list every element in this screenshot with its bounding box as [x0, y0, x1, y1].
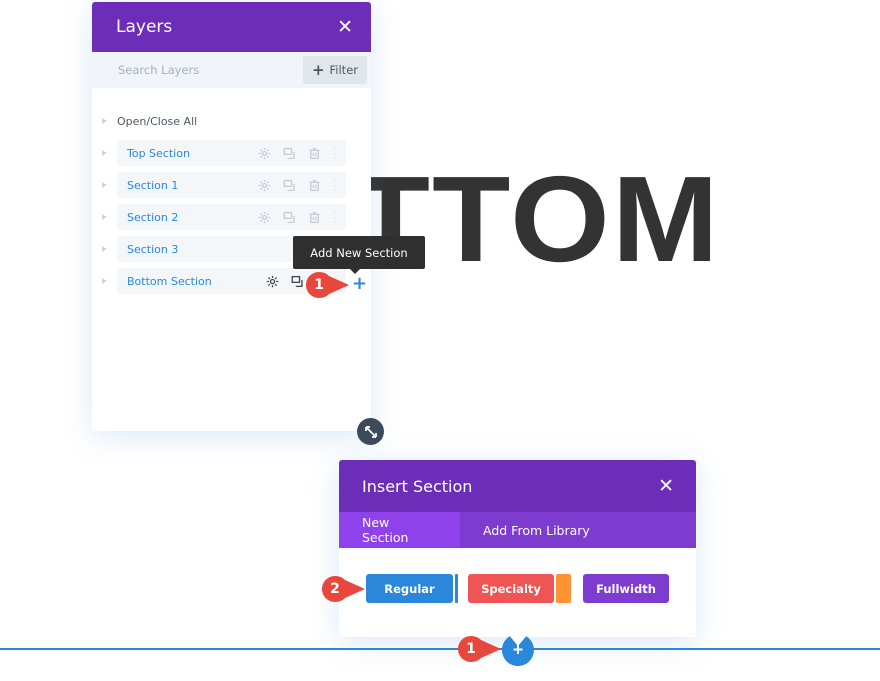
modal-header: Insert Section ✕: [339, 460, 696, 512]
section-type-options: Regular Specialty Fullwidth: [339, 548, 696, 603]
insert-section-modal: Insert Section ✕ New Section Add From Li…: [339, 460, 696, 637]
trash-icon[interactable]: [307, 210, 321, 224]
layers-panel: Layers ✕ + Filter Open/Close All Top Sec…: [92, 2, 371, 431]
layer-item[interactable]: Top Section: [117, 140, 346, 166]
step-marker-number: 2: [330, 581, 340, 597]
regular-accent-bar: [455, 574, 458, 603]
resize-handle[interactable]: [357, 418, 384, 445]
step-marker: 1: [306, 272, 349, 298]
filter-button[interactable]: + Filter: [302, 56, 367, 84]
expand-triangle-icon[interactable]: [102, 246, 107, 252]
layer-name[interactable]: Top Section: [127, 147, 190, 160]
layer-actions: [265, 274, 304, 288]
layer-row[interactable]: Section 1: [92, 172, 371, 198]
layer-row[interactable]: Section 2: [92, 204, 371, 230]
layers-title: Layers: [116, 17, 173, 37]
layer-name[interactable]: Section 1: [127, 179, 178, 192]
open-close-all-label: Open/Close All: [117, 114, 198, 128]
step-marker-number: 1: [466, 641, 476, 657]
add-new-section-plus-icon[interactable]: +: [352, 275, 367, 293]
more-options-icon[interactable]: [332, 210, 338, 224]
duplicate-icon[interactable]: [282, 146, 296, 160]
layer-name[interactable]: Section 3: [127, 243, 178, 256]
layer-row[interactable]: Top Section: [92, 140, 371, 166]
gear-icon[interactable]: [257, 146, 271, 160]
layer-item[interactable]: Section 1: [117, 172, 346, 198]
step-marker: 2: [322, 576, 365, 602]
layers-search-bar: + Filter: [92, 52, 371, 88]
gear-icon[interactable]: [257, 210, 271, 224]
fullwidth-section-button[interactable]: Fullwidth: [583, 574, 669, 603]
close-icon[interactable]: ✕: [658, 475, 674, 497]
expand-triangle-icon: [102, 118, 107, 124]
specialty-section-button[interactable]: Specialty: [468, 574, 554, 603]
gear-icon[interactable]: [257, 178, 271, 192]
plus-icon: +: [311, 61, 325, 79]
add-section-button[interactable]: [500, 632, 536, 668]
expand-triangle-icon[interactable]: [102, 278, 107, 284]
specialty-accent-bar: [556, 574, 571, 603]
duplicate-icon[interactable]: [282, 210, 296, 224]
expand-triangle-icon[interactable]: [102, 150, 107, 156]
layer-actions: [257, 210, 338, 224]
layer-item[interactable]: Section 2: [117, 204, 346, 230]
open-close-all-toggle[interactable]: Open/Close All: [92, 108, 371, 134]
close-icon[interactable]: ✕: [337, 16, 353, 38]
layers-header: Layers ✕: [92, 2, 371, 52]
expand-triangle-icon[interactable]: [102, 182, 107, 188]
layer-actions: [257, 178, 338, 192]
more-options-icon[interactable]: [332, 146, 338, 160]
duplicate-icon[interactable]: [282, 178, 296, 192]
layer-name[interactable]: Section 2: [127, 211, 178, 224]
step-marker-number: 1: [314, 277, 324, 293]
modal-title: Insert Section: [362, 476, 473, 496]
resize-arrows-icon: [364, 425, 377, 438]
layer-name[interactable]: Bottom Section: [127, 275, 212, 288]
expand-triangle-icon[interactable]: [102, 214, 107, 220]
modal-tabs: New Section Add From Library: [339, 512, 696, 548]
tab-add-from-library[interactable]: Add From Library: [460, 512, 613, 548]
page-canvas: OTTOM Layers ✕ + Filter Open/Close All T…: [0, 0, 880, 681]
section-divider-line: [0, 648, 880, 650]
step-marker: 1: [458, 636, 501, 662]
filter-label: Filter: [329, 63, 358, 77]
search-layers-input[interactable]: [118, 63, 288, 77]
trash-icon[interactable]: [307, 146, 321, 160]
duplicate-icon[interactable]: [290, 274, 304, 288]
more-options-icon[interactable]: [332, 178, 338, 192]
regular-section-button[interactable]: Regular: [366, 574, 453, 603]
tab-new-section[interactable]: New Section: [339, 512, 460, 548]
trash-icon[interactable]: [307, 178, 321, 192]
layer-actions: [257, 146, 338, 160]
add-new-section-tooltip: Add New Section: [293, 236, 425, 274]
gear-icon[interactable]: [265, 274, 279, 288]
